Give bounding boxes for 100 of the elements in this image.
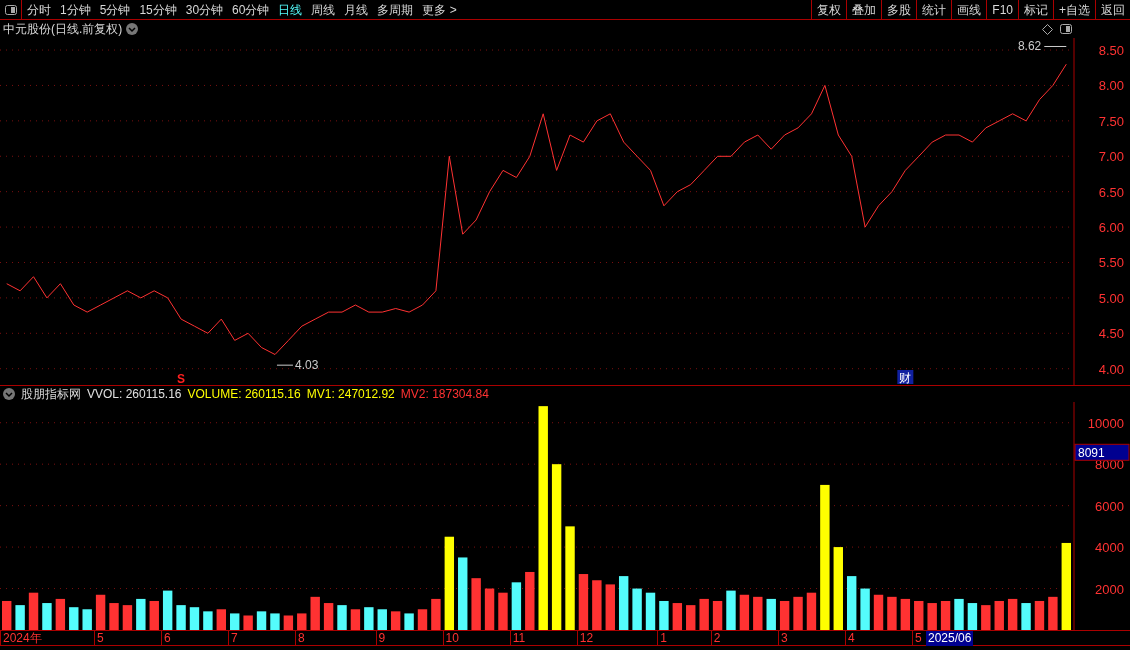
axis-label: 7.00: [1098, 149, 1124, 165]
date-axis-label: 8: [295, 631, 305, 646]
volume-bar: [256, 611, 267, 630]
volume-bar: [297, 613, 307, 630]
volume-bar: [511, 582, 522, 630]
volume-bar: [162, 590, 173, 630]
toolbar-button[interactable]: 多股: [881, 0, 917, 19]
volume-bar: [203, 611, 213, 630]
volume-bar: [109, 603, 119, 630]
volume-bar: [592, 580, 602, 630]
volume-bar: [967, 603, 978, 630]
period-tab[interactable]: 月线: [344, 0, 369, 19]
volume-bar: [659, 601, 669, 630]
volume-bar: [95, 594, 106, 630]
cursor-date-label: 2025/06: [926, 631, 974, 646]
volume-bar: [136, 598, 146, 630]
date-axis-label: 9: [375, 631, 386, 646]
volume-bar: [431, 598, 441, 630]
volume-bar: [726, 590, 736, 630]
volume-bar: [578, 574, 589, 630]
volume-bar: [793, 596, 803, 630]
toolbar-button[interactable]: 返回: [1095, 0, 1130, 19]
indicator-readout: VVOL: 260115.16: [87, 386, 182, 403]
toolbar-button[interactable]: F10: [986, 0, 1018, 19]
period-tab[interactable]: 更多 >: [422, 0, 457, 19]
volume-bar: [484, 588, 495, 630]
date-axis-label: 4: [845, 631, 855, 646]
indicator-readout: MV2: 187304.84: [400, 386, 489, 403]
cursor-value-label: 8091: [1074, 443, 1130, 461]
volume-bar: [753, 596, 763, 630]
axis-label: 4.50: [1098, 326, 1124, 342]
date-axis-label: 5: [912, 631, 922, 646]
period-tab[interactable]: 1分钟: [60, 0, 91, 19]
volume-bar: [806, 592, 817, 630]
axis-label: 5.00: [1098, 290, 1124, 306]
dropdown-icon[interactable]: [126, 23, 139, 35]
signal-marker: S: [177, 372, 186, 385]
volume-bar: [766, 598, 776, 630]
volume-bar: [270, 613, 280, 630]
dropdown-icon[interactable]: [3, 388, 15, 400]
date-axis-label: 1: [657, 631, 667, 646]
period-tab[interactable]: 日线: [278, 0, 303, 19]
price-annotation: 8.62: [1017, 39, 1067, 54]
toolbar-button[interactable]: 叠加: [846, 0, 882, 19]
date-axis-label: 2024年: [0, 631, 42, 646]
annotation: 8.62: [1017, 39, 1042, 54]
volume-bar: [981, 605, 991, 630]
date-axis-label: 11: [509, 631, 526, 646]
volume-bar: [176, 605, 186, 630]
volume-bar: [672, 603, 683, 630]
volume-bar: [525, 571, 535, 630]
volume-bar: [417, 609, 428, 630]
volume-bar: [55, 598, 66, 630]
panel-toggle-icon[interactable]: [1060, 24, 1072, 34]
date-axis-label: 7: [228, 631, 238, 646]
volume-bar: [712, 601, 723, 630]
volume-bar: [323, 603, 334, 630]
period-tab[interactable]: 15分钟: [139, 0, 177, 19]
volume-bar: [860, 588, 870, 630]
volume-bar: [1021, 603, 1031, 630]
indicator-name: 股朋指标网: [21, 386, 81, 403]
toolbar-button[interactable]: 标记: [1018, 0, 1053, 19]
period-tab[interactable]: 60分钟: [232, 0, 270, 19]
volume-bar: [779, 601, 790, 630]
volume-bar: [739, 594, 750, 630]
volume-bar: [350, 609, 361, 630]
volume-bar: [230, 613, 240, 630]
toolbar-button[interactable]: 复权: [811, 0, 847, 19]
toolbar-button[interactable]: 画线: [951, 0, 987, 19]
axis-label: 7.50: [1098, 113, 1124, 129]
volume-bar: [645, 592, 656, 630]
diamond-icon[interactable]: [1042, 24, 1053, 35]
volume-bar: [887, 596, 897, 630]
period-tab[interactable]: 分时: [27, 0, 51, 19]
axis-label: 2000: [1095, 581, 1124, 597]
toolbar-button[interactable]: +自选: [1053, 0, 1095, 19]
indicator-readout: VOLUME: 260115.16: [187, 386, 301, 403]
toolbar-button[interactable]: 统计: [916, 0, 952, 19]
period-tab[interactable]: 30分钟: [185, 0, 224, 19]
date-axis-label: 2: [710, 631, 721, 646]
price-annotation: 4.03: [276, 358, 319, 373]
indicator-readout: MV1: 247012.92: [306, 386, 395, 403]
volume-bar: [847, 576, 857, 630]
volume-bar: [310, 596, 320, 630]
volume-bar: [283, 615, 294, 630]
volume-bar: [364, 607, 374, 630]
period-tab[interactable]: 多周期: [377, 0, 414, 19]
volume-bar: [900, 598, 911, 630]
volume-bar: [619, 576, 629, 630]
axis-label: 5.50: [1098, 255, 1124, 271]
volume-bar: [927, 603, 937, 630]
period-tab[interactable]: 周线: [311, 0, 336, 19]
volume-bar: [632, 588, 642, 630]
axis-label: 6.00: [1098, 220, 1124, 236]
axis-label: 6000: [1095, 498, 1124, 514]
annotation: 4.03: [294, 358, 319, 373]
date-axis-label: 10: [442, 631, 459, 646]
axis-label: 6.50: [1098, 184, 1124, 200]
panel-toggle-icon[interactable]: [4, 4, 17, 15]
period-tab[interactable]: 5分钟: [99, 0, 131, 19]
